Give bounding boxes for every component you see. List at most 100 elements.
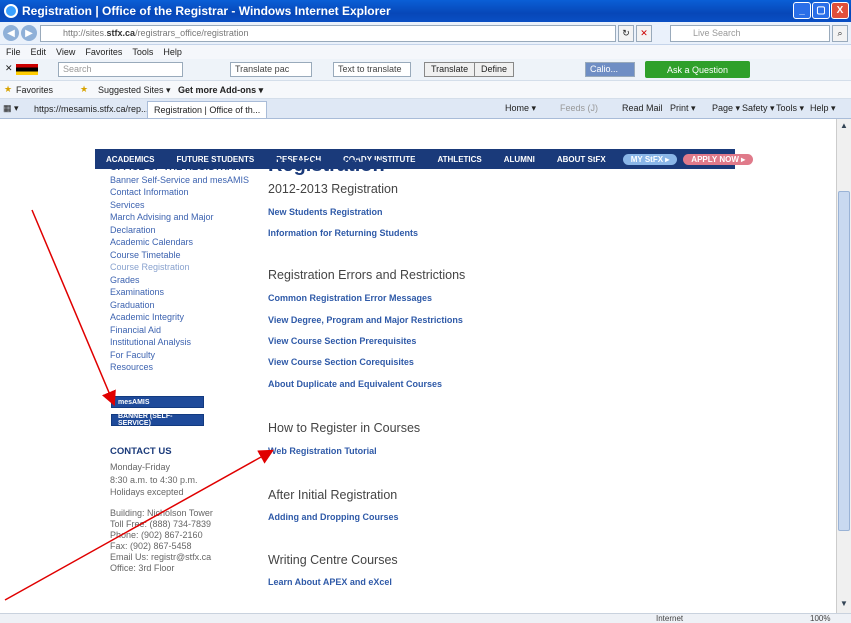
stop-icon[interactable]: ✕ (636, 25, 652, 42)
contact-line: Fax: (902) 867-5458 (110, 541, 192, 551)
home-command[interactable]: Home ▾ (505, 103, 536, 114)
zoom-level[interactable]: 100% (810, 614, 830, 623)
back-icon[interactable]: ◀ (3, 25, 19, 41)
link-corequisites[interactable]: View Course Section Corequisites (268, 357, 414, 367)
sidebar-item-services[interactable]: Services (110, 200, 145, 211)
feeds-command[interactable]: Feeds (J) (560, 103, 598, 113)
tools-command[interactable]: Tools ▾ (776, 103, 804, 114)
forward-icon[interactable]: ▶ (21, 25, 37, 41)
favorites-star-icon[interactable]: ★ (4, 84, 12, 95)
menu-help[interactable]: Help (163, 47, 182, 57)
scroll-down-icon[interactable]: ▼ (838, 599, 850, 611)
ask-question-button[interactable]: Ask a Question (645, 61, 750, 78)
contact-line: Office: 3rd Floor (110, 563, 175, 573)
url-prefix: http://sites. (63, 28, 107, 38)
sidebar-item-examinations[interactable]: Examinations (110, 287, 164, 298)
window-title-bar: Registration | Office of the Registrar -… (0, 0, 851, 22)
scroll-up-icon[interactable]: ▲ (838, 121, 850, 133)
section-heading: How to Register in Courses (268, 421, 421, 435)
refresh-icon[interactable]: ↻ (618, 25, 634, 42)
link-new-students[interactable]: New Students Registration (268, 207, 383, 217)
url-domain: stfx.ca (106, 28, 136, 38)
menu-tools[interactable]: Tools (132, 47, 153, 57)
sidebar-item-contact[interactable]: Contact Information (110, 187, 189, 198)
link-adding-dropping[interactable]: Adding and Dropping Courses (268, 512, 399, 522)
sidebar-item-faculty[interactable]: For Faculty (110, 350, 155, 361)
link-apex-excel[interactable]: Learn About APEX and eXcel (268, 577, 392, 587)
nav-about[interactable]: ABOUT StFX (546, 155, 617, 164)
get-addons-link[interactable]: Get more Add-ons ▾ (178, 85, 263, 96)
print-command[interactable]: Print ▾ (670, 103, 696, 114)
contact-line: Phone: (902) 867-2160 (110, 530, 203, 540)
section-heading: Registration Errors and Restrictions (268, 268, 466, 282)
link-error-messages[interactable]: Common Registration Error Messages (268, 293, 432, 303)
sidebar-item-financial-aid[interactable]: Financial Aid (110, 325, 161, 336)
maximize-button[interactable]: ▢ (812, 2, 830, 19)
contact-line: Holidays excepted (110, 487, 184, 497)
menu-favorites[interactable]: Favorites (85, 47, 122, 57)
search-icon[interactable]: ⌕ (832, 25, 848, 42)
tab-registration[interactable]: Registration | Office of th... (147, 101, 268, 118)
read-mail-command[interactable]: Read Mail (622, 103, 663, 113)
link-returning-students[interactable]: Information for Returning Students (268, 228, 418, 238)
sidebar-item-banner[interactable]: Banner Self-Service and mesAMIS (110, 175, 249, 186)
section-heading: 2012-2013 Registration (268, 182, 398, 196)
status-bar: Internet 100% (0, 613, 851, 623)
translate-select[interactable]: Translate pac (230, 62, 312, 77)
close-button[interactable]: X (831, 2, 849, 19)
banner-button[interactable]: BANNER (SELF-SERVICE) (111, 413, 204, 427)
flag-icon[interactable] (16, 64, 38, 75)
link-duplicate-courses[interactable]: About Duplicate and Equivalent Courses (268, 379, 442, 389)
translate-button[interactable]: Translate (424, 62, 476, 77)
add-favorites-icon[interactable]: ★ (80, 84, 88, 95)
vertical-scrollbar[interactable]: ▲ ▼ (836, 119, 851, 613)
menu-view[interactable]: View (56, 47, 75, 57)
mesamis-button[interactable]: mesAMIS (111, 396, 204, 408)
safety-command[interactable]: Safety ▾ (742, 103, 775, 114)
contact-line: Toll Free: (888) 734-7839 (110, 519, 212, 529)
toolbar-search-input[interactable]: Search (58, 62, 183, 77)
link-prerequisites[interactable]: View Course Section Prerequisites (268, 336, 416, 346)
define-button[interactable]: Define (474, 62, 515, 77)
quick-tabs-icon[interactable]: ▦ ▾ (3, 103, 19, 114)
ie-logo-icon (4, 4, 18, 18)
suggested-sites-link[interactable]: Suggested Sites ▾ (98, 85, 171, 96)
sidebar-item-advising[interactable]: March Advising and Major (110, 212, 214, 223)
toolbar-close-icon[interactable]: ✕ (5, 63, 13, 74)
scroll-thumb[interactable] (838, 191, 850, 531)
menu-file[interactable]: File (6, 47, 21, 57)
sidebar-item-analysis[interactable]: Institutional Analysis (110, 337, 191, 348)
help-command[interactable]: Help ▾ (810, 103, 836, 114)
addon-toolbar: ✕ Search Translate pac Text to translate… (0, 59, 851, 81)
calculator-widget[interactable]: Calio... (585, 62, 635, 77)
page-command[interactable]: Page ▾ (712, 103, 740, 114)
sidebar-item-calendars[interactable]: Academic Calendars (110, 237, 193, 248)
link-web-registration-tutorial[interactable]: Web Registration Tutorial (268, 446, 377, 456)
section-heading: Writing Centre Courses (268, 553, 398, 567)
live-search-input[interactable]: Live Search (670, 25, 830, 42)
favorites-bar: ★ Favorites ★ Suggested Sites ▾ Get more… (0, 81, 851, 99)
sidebar-item-integrity[interactable]: Academic Integrity (110, 312, 184, 323)
sidebar-item-graduation[interactable]: Graduation (110, 300, 155, 311)
section-heading: After Initial Registration (268, 488, 398, 502)
my-stfx-button[interactable]: MY StFX ▸ (622, 153, 678, 165)
sidebar-item-grades[interactable]: Grades (110, 275, 140, 286)
tab-mesamis[interactable]: https://mesamis.stfx.ca/rep... (28, 101, 155, 118)
contact-line: 8:30 a.m. to 4:30 p.m. (110, 475, 198, 485)
link-restrictions[interactable]: View Degree, Program and Major Restricti… (268, 315, 463, 325)
contact-heading: CONTACT US (110, 446, 172, 457)
contact-email: Email Us: registr@stfx.ca (110, 552, 212, 562)
url-input[interactable]: http://sites.stfx.ca/registrars_office/r… (40, 25, 616, 42)
sidebar-item-timetable[interactable]: Course Timetable (110, 250, 181, 261)
sidebar-item-resources[interactable]: Resources (110, 362, 153, 373)
minimize-button[interactable]: _ (793, 2, 811, 19)
sidebar-item-registration[interactable]: Course Registration (110, 262, 190, 273)
menu-edit[interactable]: Edit (31, 47, 47, 57)
favorites-button[interactable]: Favorites (16, 85, 53, 95)
zone-label: Internet (656, 614, 684, 623)
nav-alumni[interactable]: ALUMNI (493, 155, 546, 164)
nav-athletics[interactable]: ATHLETICS (426, 155, 492, 164)
apply-now-button[interactable]: APPLY NOW ▸ (683, 153, 754, 165)
translate-text-input[interactable]: Text to translate (333, 62, 411, 77)
sidebar-item-declaration[interactable]: Declaration (110, 225, 156, 236)
